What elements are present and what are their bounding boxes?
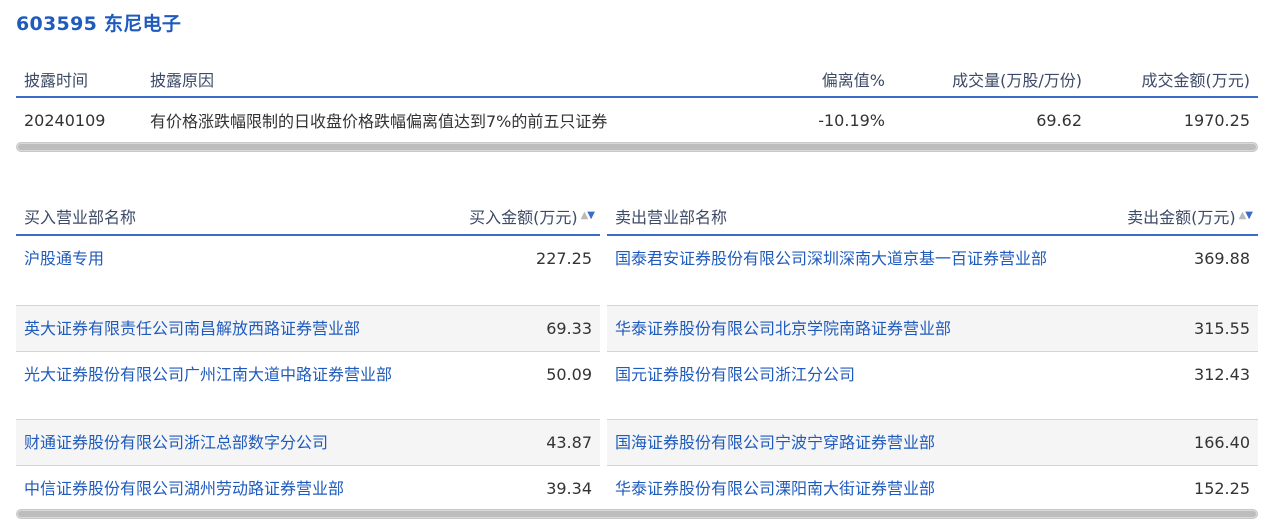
buy-row: 沪股通专用 227.25: [16, 236, 600, 306]
buy-branch-name[interactable]: 沪股通专用: [24, 246, 444, 272]
sell-row: 华泰证券股份有限公司溧阳南大街证券营业部 152.25: [607, 466, 1258, 510]
disclosure-deviation: -10.19%: [818, 110, 885, 130]
col-header-amount: 成交金额(万元): [1141, 71, 1251, 90]
sell-row: 国海证券股份有限公司宁波宁穿路证券营业部 166.40: [607, 420, 1258, 466]
disclosure-amount: 1970.25: [1183, 110, 1250, 130]
buy-row: 财通证券股份有限公司浙江总部数字分公司 43.87: [16, 420, 600, 466]
trading-scrollbar-thumb[interactable]: [18, 511, 1256, 517]
sell-table: 卖出营业部名称 卖出金额(万元) ▲▼ 国泰君安证券股份有限公司深圳深南大道京基…: [607, 197, 1258, 510]
sell-row: 国泰君安证券股份有限公司深圳深南大道京基一百证券营业部 369.88: [607, 236, 1258, 306]
sell-amount: 369.88: [1194, 249, 1250, 268]
sell-header-name: 卖出营业部名称: [615, 207, 728, 227]
sell-table-header: 卖出营业部名称 卖出金额(万元) ▲▼: [607, 197, 1258, 236]
buy-header-amount: 买入金额(万元): [469, 207, 578, 227]
sell-row: 华泰证券股份有限公司北京学院南路证券营业部 315.55: [607, 306, 1258, 352]
sell-amount: 312.43: [1194, 365, 1250, 384]
buy-amount: 69.33: [546, 319, 592, 338]
sort-desc-icon[interactable]: ▲▼: [581, 210, 595, 221]
sell-header-amount-sort[interactable]: 卖出金额(万元) ▲▼: [1127, 197, 1253, 234]
buy-table: 买入营业部名称 买入金额(万元) ▲▼ 沪股通专用 227.25 英大证券有限责…: [16, 197, 600, 510]
col-header-date: 披露时间: [24, 71, 89, 90]
sell-branch-name[interactable]: 国海证券股份有限公司宁波宁穿路证券营业部: [615, 430, 1085, 456]
sell-branch-name[interactable]: 国元证券股份有限公司浙江分公司: [615, 362, 1085, 388]
buy-branch-name[interactable]: 中信证券股份有限公司湖州劳动路证券营业部: [24, 476, 444, 502]
buy-branch-name[interactable]: 光大证券股份有限公司广州江南大道中路证券营业部: [24, 362, 444, 388]
col-header-volume: 成交量(万股/万份): [952, 71, 1082, 90]
sell-header-amount: 卖出金额(万元): [1127, 207, 1236, 227]
buy-row: 英大证券有限责任公司南昌解放西路证券营业部 69.33: [16, 306, 600, 352]
disclosure-table-header: 披露时间 披露原因 偏离值% 成交量(万股/万份) 成交金额(万元): [16, 62, 1258, 98]
buy-amount: 227.25: [536, 249, 592, 268]
sell-row: 国元证券股份有限公司浙江分公司 312.43: [607, 352, 1258, 420]
buy-amount: 43.87: [546, 433, 592, 452]
page-title: 603595 东尼电子: [16, 13, 182, 35]
buy-amount: 39.34: [546, 479, 592, 498]
buy-header-name: 买入营业部名称: [24, 207, 137, 227]
col-header-reason: 披露原因: [150, 71, 215, 90]
sell-branch-name[interactable]: 华泰证券股份有限公司溧阳南大街证券营业部: [615, 476, 1085, 502]
buy-table-header: 买入营业部名称 买入金额(万元) ▲▼: [16, 197, 600, 236]
buy-amount: 50.09: [546, 365, 592, 384]
sell-amount: 166.40: [1194, 433, 1250, 452]
disclosure-scrollbar[interactable]: [16, 142, 1258, 152]
trading-scrollbar[interactable]: [16, 509, 1258, 519]
disclosure-scrollbar-thumb[interactable]: [18, 144, 1256, 150]
sell-amount: 315.55: [1194, 319, 1250, 338]
sell-branch-name[interactable]: 华泰证券股份有限公司北京学院南路证券营业部: [615, 316, 1085, 342]
buy-row: 光大证券股份有限公司广州江南大道中路证券营业部 50.09: [16, 352, 600, 420]
disclosure-date: 20240109: [24, 110, 106, 130]
disclosure-volume: 69.62: [1036, 110, 1082, 130]
disclosure-reason: 有价格涨跌幅限制的日收盘价格跌幅偏离值达到7%的前五只证券: [150, 112, 608, 131]
sell-branch-name[interactable]: 国泰君安证券股份有限公司深圳深南大道京基一百证券营业部: [615, 246, 1085, 272]
buy-header-amount-sort[interactable]: 买入金额(万元) ▲▼: [469, 197, 595, 234]
buy-branch-name[interactable]: 财通证券股份有限公司浙江总部数字分公司: [24, 430, 444, 456]
col-header-deviation: 偏离值%: [821, 71, 885, 90]
sell-amount: 152.25: [1194, 479, 1250, 498]
buy-branch-name[interactable]: 英大证券有限责任公司南昌解放西路证券营业部: [24, 316, 444, 342]
sort-desc-icon[interactable]: ▲▼: [1239, 210, 1253, 221]
disclosure-row: 20240109 有价格涨跌幅限制的日收盘价格跌幅偏离值达到7%的前五只证券 -…: [16, 98, 1258, 142]
buy-row: 中信证券股份有限公司湖州劳动路证券营业部 39.34: [16, 466, 600, 510]
